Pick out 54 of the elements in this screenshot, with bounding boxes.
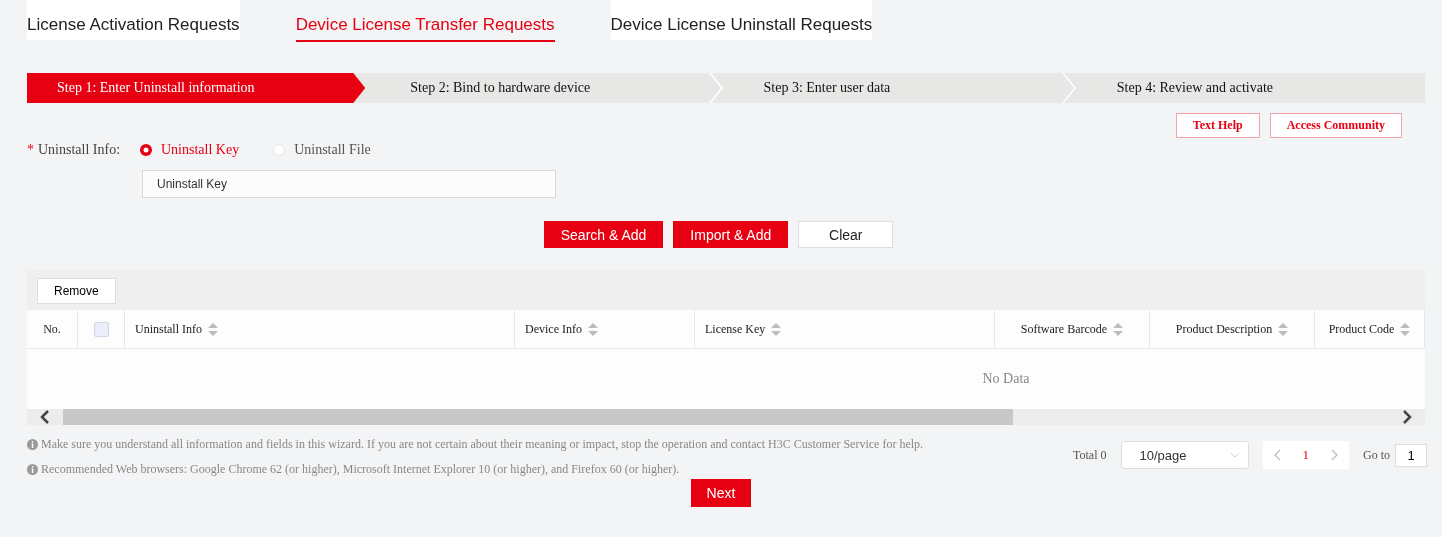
wizard-step: Step 3: Enter user data: [718, 73, 1072, 103]
help-link[interactable]: Text Help: [1175, 113, 1260, 138]
note-text: Make sure you understand all information and fields in this wizard. If you are not certain about their meaning or impact, stop the operation and contact H3C Customer Service for help.: [41, 437, 924, 452]
wizard-step: Step 4: Review and activate: [1071, 73, 1425, 103]
scrollbar-thumb[interactable]: [63, 409, 1013, 425]
field-label: Uninstall Info:: [38, 142, 122, 158]
action-button[interactable]: Import & Add: [673, 221, 789, 248]
select-all-checkbox[interactable]: [93, 321, 109, 337]
wizard-step: Step 2: Bind to hardware device: [365, 73, 719, 103]
tab[interactable]: License Activation Requests: [27, 0, 240, 40]
required-mark: *: [27, 142, 34, 158]
wizard-step: Step 1: Enter Uninstall information: [27, 73, 366, 103]
column-header[interactable]: License Key: [705, 321, 766, 337]
sort-icon[interactable]: [1113, 322, 1124, 336]
option-label: Uninstall File: [294, 142, 371, 158]
radio-button[interactable]: [273, 144, 286, 156]
column-header[interactable]: Product Description: [1175, 321, 1273, 337]
column-header[interactable]: Product Code: [1328, 321, 1395, 337]
sort-icon[interactable]: [1278, 322, 1289, 336]
page-input[interactable]: 1: [1395, 443, 1427, 467]
sort-icon[interactable]: [588, 322, 598, 336]
sort-icon[interactable]: [1400, 322, 1411, 336]
radio-option[interactable]: Uninstall Key: [140, 142, 240, 158]
option-label: Uninstall Key: [161, 142, 240, 158]
tab[interactable]: Device License Uninstall Requests: [610, 0, 873, 40]
chevron-icon: [1061, 73, 1076, 103]
total-count: Total 0: [1073, 447, 1107, 463]
caret-icon: [1229, 452, 1240, 458]
info-icon: [27, 464, 38, 475]
column-header[interactable]: Software Barcode: [1020, 321, 1108, 337]
input-field[interactable]: Uninstall Key: [142, 170, 556, 198]
page-size-select[interactable]: 10/page: [1120, 441, 1249, 469]
goto-label: Go to: [1363, 447, 1390, 463]
sort-icon[interactable]: [771, 322, 782, 336]
empty-message: No Data: [982, 371, 1030, 387]
action-button[interactable]: Clear: [798, 221, 894, 248]
previous-page-icon[interactable]: [1272, 449, 1281, 461]
page-size-value: 10/page: [1139, 447, 1187, 463]
info-icon: [27, 439, 38, 450]
remove-button[interactable]: Remove: [37, 278, 116, 304]
page-number[interactable]: 1: [1302, 447, 1309, 463]
sort-icon[interactable]: [208, 322, 218, 336]
column-header[interactable]: Uninstall Info: [135, 321, 202, 337]
note-text: Recommended Web browsers: Google Chrome 62 (or higher), Microsoft Internet Explorer 10 (or higher), and Firefox 60 (or higher).: [41, 462, 680, 477]
column-header: No.: [43, 321, 61, 337]
action-button[interactable]: Search & Add: [543, 221, 664, 248]
column-header[interactable]: Device Info: [525, 321, 582, 337]
chevron-icon: [708, 73, 723, 103]
radio-option[interactable]: Uninstall File: [273, 142, 371, 158]
next-page-icon[interactable]: [1331, 449, 1339, 461]
help-link[interactable]: Access Community: [1269, 113, 1402, 138]
radio-button[interactable]: [140, 144, 152, 156]
tab[interactable]: Device License Transfer Requests: [295, 0, 555, 42]
next-button[interactable]: Next: [690, 479, 752, 507]
